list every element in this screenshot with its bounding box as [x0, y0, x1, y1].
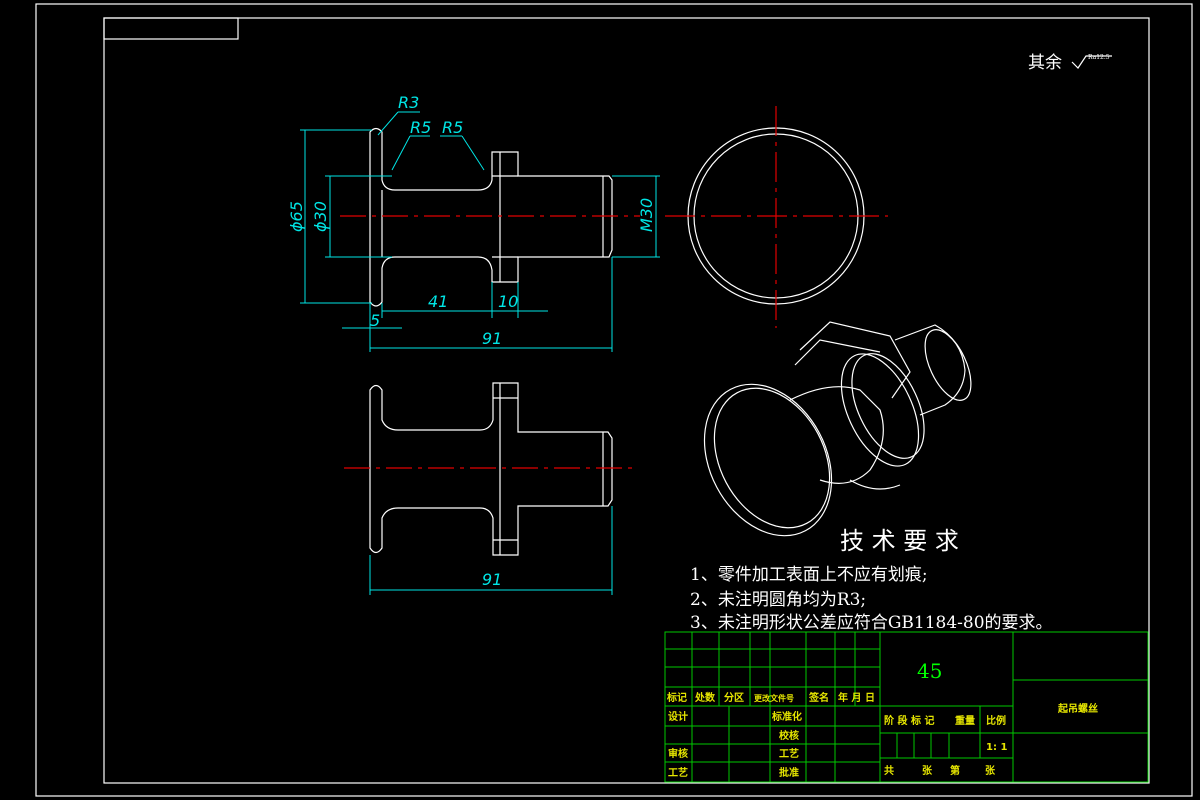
tech-req-item-2: 2、未注明圆角均为R3;	[690, 590, 866, 610]
surface-symbol-value: Ra12.5	[1088, 54, 1110, 61]
tb-header-zone: 分区	[724, 691, 744, 704]
dim-41: 41	[428, 292, 448, 311]
drawing-canvas: 其余 Ra12.5 ϕ65 ϕ30 M30 R3 R5 R5 41 10 5 9…	[35, 3, 1193, 797]
dim-phi30: ϕ30	[311, 201, 330, 232]
front-view-dimensions: ϕ65 ϕ30 M30 R3 R5 R5 41 10 5 91	[287, 93, 660, 352]
tb-header-change-doc: 更改文件号	[754, 693, 794, 703]
tb-scale: 1: 1	[986, 742, 1007, 753]
tb-craft: 工艺	[668, 766, 688, 779]
dim-r3: R3	[398, 93, 419, 112]
surface-roughness-note: 其余 Ra12.5	[1028, 53, 1112, 73]
end-view	[665, 106, 888, 328]
tb-sheet: 张	[922, 764, 933, 777]
dim-10: 10	[498, 292, 518, 311]
tb-craft-review: 工艺	[779, 747, 799, 760]
dim-5: 5	[370, 311, 380, 330]
tb-stage-mark: 阶 段 标 记	[884, 714, 934, 727]
surface-note-text: 其余	[1028, 53, 1062, 73]
dim-91-bottom: 91	[482, 570, 502, 589]
tb-proofread: 校核	[779, 729, 799, 742]
tb-header-signature: 签名	[808, 691, 829, 704]
tb-header-date: 年 月 日	[838, 691, 875, 704]
tb-header-count: 处数	[694, 691, 716, 704]
tb-ratio: 比例	[986, 714, 1006, 727]
isometric-view	[703, 321, 972, 537]
tb-header-mark: 标记	[666, 691, 687, 704]
tb-total: 共	[884, 764, 894, 777]
drawing-frame	[35, 3, 1193, 797]
tb-standardization: 标准化	[771, 710, 802, 723]
tech-req-item-1: 1、零件加工表面上不应有划痕;	[690, 565, 928, 585]
title-block: 标记 处数 分区 更改文件号 签名 年 月 日 设计 标准化 校核 审核 工艺 …	[664, 631, 1149, 783]
dim-r5-left: R5	[410, 118, 431, 137]
dim-m30: M30	[637, 198, 656, 232]
dim-phi65: ϕ65	[287, 201, 306, 232]
tb-design: 设计	[668, 710, 688, 723]
tb-page-no: 第	[950, 764, 960, 777]
tb-part-name: 起吊螺丝	[1057, 702, 1098, 715]
tb-sheet2: 张	[985, 764, 996, 777]
dim-r5-right: R5	[442, 118, 463, 137]
tb-approve: 批准	[779, 766, 799, 779]
dim-91-top: 91	[482, 329, 502, 348]
front-view	[340, 127, 640, 307]
tb-check: 审核	[668, 747, 688, 760]
tb-weight: 重量	[955, 714, 975, 727]
technical-requirements: 技 术 要 求 1、零件加工表面上不应有划痕; 2、未注明圆角均为R3; 3、未…	[690, 527, 1053, 633]
tech-req-item-3: 3、未注明形状公差应符合GB1184-80的要求。	[690, 613, 1053, 633]
side-view: 91	[344, 382, 636, 595]
tb-material: 45	[917, 659, 942, 683]
tech-req-title: 技 术 要 求	[840, 527, 959, 555]
